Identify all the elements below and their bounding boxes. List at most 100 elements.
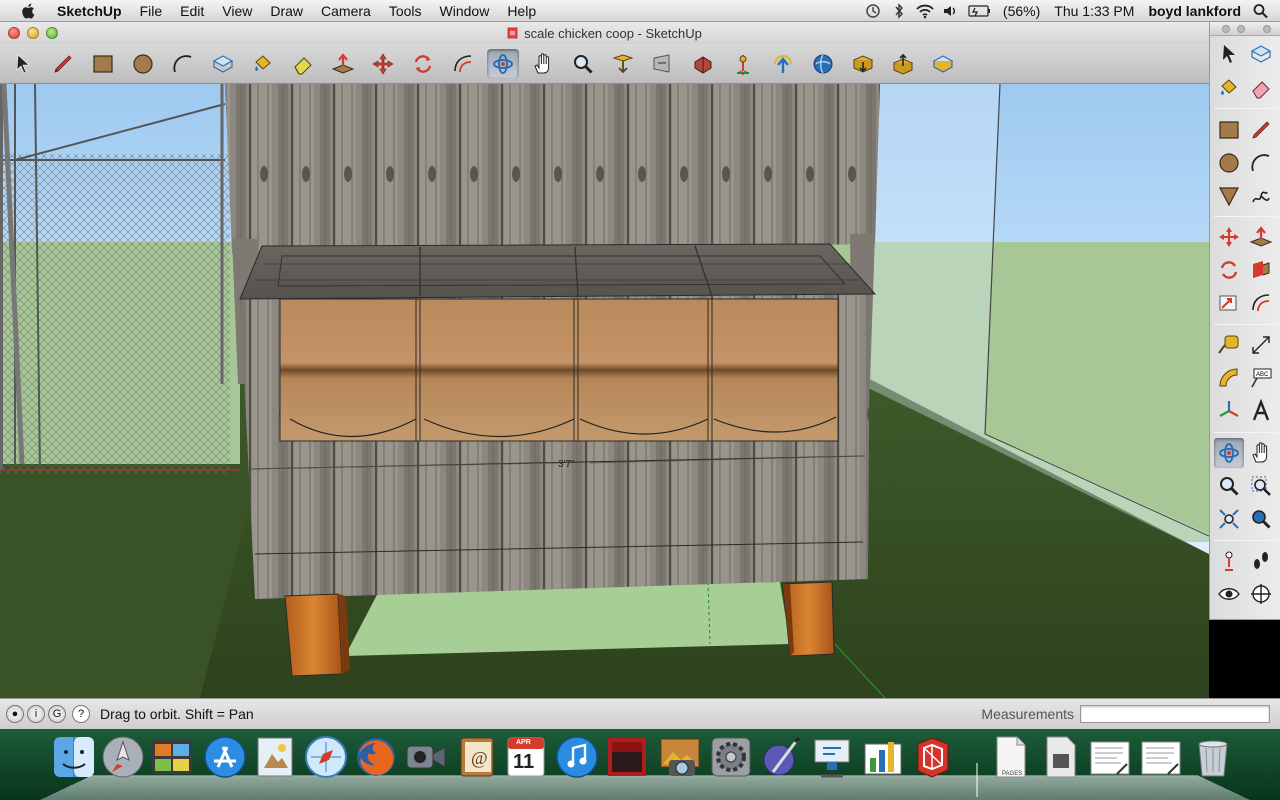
circle-tool-button[interactable]: [127, 49, 159, 79]
zoom-window-button[interactable]: [46, 27, 58, 39]
palette-section-plane-button[interactable]: [1246, 579, 1276, 609]
eraser-button[interactable]: [287, 49, 319, 79]
keynote-dock-item[interactable]: [808, 733, 856, 781]
scene-canvas[interactable]: 3'7": [0, 84, 1209, 698]
palette-offset-button[interactable]: [1246, 288, 1276, 318]
menu-app-sketchup[interactable]: SketchUp: [48, 0, 131, 22]
palette-polygon-button[interactable]: [1214, 181, 1244, 211]
apple-menu-icon[interactable]: [20, 2, 38, 20]
finder-dock-item[interactable]: [50, 733, 98, 781]
palette-axes-button[interactable]: [1214, 396, 1244, 426]
palette-push-pull-button[interactable]: [1246, 222, 1276, 252]
palette-move-button[interactable]: [1214, 222, 1244, 252]
palette-rotate-button[interactable]: [1214, 255, 1244, 285]
position-camera-button[interactable]: [727, 49, 759, 79]
text-document-dock-item[interactable]: [1086, 733, 1134, 781]
text-document-2-dock-item[interactable]: [1137, 733, 1185, 781]
palette-pan-button[interactable]: [1246, 438, 1276, 468]
menubar-user[interactable]: boyd lankford: [1141, 3, 1248, 19]
palette-follow-me-button[interactable]: [1246, 255, 1276, 285]
credits-status-icon[interactable]: i: [27, 705, 45, 723]
palette-close-button[interactable]: [1222, 25, 1230, 33]
pan-button[interactable]: [527, 49, 559, 79]
sketchup-dock-item[interactable]: [909, 733, 957, 781]
menu-camera[interactable]: Camera: [312, 0, 380, 22]
ical-dock-item[interactable]: APR 11: [502, 733, 550, 781]
preview-dock-item[interactable]: [251, 733, 299, 781]
palette-eraser-button[interactable]: [1246, 73, 1276, 103]
offset-button[interactable]: [447, 49, 479, 79]
dashboard-dock-item[interactable]: [148, 733, 196, 781]
wifi-icon[interactable]: [916, 3, 934, 19]
close-window-button[interactable]: [8, 27, 20, 39]
look-around-button[interactable]: [767, 49, 799, 79]
menu-tools[interactable]: Tools: [380, 0, 431, 22]
palette-zoom-window-button[interactable]: [1246, 471, 1276, 501]
dimension-label[interactable]: 3'7": [558, 459, 575, 470]
rectangle-tool-button[interactable]: [87, 49, 119, 79]
itunes-dock-item[interactable]: [553, 733, 601, 781]
previous-view-button[interactable]: [647, 49, 679, 79]
push-pull-button[interactable]: [327, 49, 359, 79]
geolocation-status-icon[interactable]: ●: [6, 705, 24, 723]
palette-title-bar[interactable]: [1210, 22, 1280, 36]
palette-protractor-button[interactable]: [1214, 363, 1244, 393]
select-tool-button[interactable]: [7, 49, 39, 79]
palette-zoom-button[interactable]: [1263, 25, 1271, 33]
zoom-button[interactable]: [567, 49, 599, 79]
model-viewport[interactable]: 3'7": [0, 84, 1209, 698]
palette-paint-bucket-button[interactable]: [1214, 73, 1244, 103]
menu-help[interactable]: Help: [498, 0, 545, 22]
orbit-button[interactable]: [487, 49, 519, 79]
palette-look-around-button[interactable]: [1214, 579, 1244, 609]
walk-button[interactable]: [807, 49, 839, 79]
zoom-extents-button[interactable]: [607, 49, 639, 79]
palette-previous-view-button[interactable]: [1246, 504, 1276, 534]
menu-file[interactable]: File: [131, 0, 172, 22]
numbers-dock-item[interactable]: [859, 733, 907, 781]
next-view-button[interactable]: [687, 49, 719, 79]
photo-booth-dock-item[interactable]: [603, 733, 651, 781]
launchpad-dock-item[interactable]: [99, 733, 147, 781]
palette-rectangle-button[interactable]: [1214, 115, 1244, 145]
palette-walk-button[interactable]: [1246, 546, 1276, 576]
palette-zoom-button-tool[interactable]: [1214, 471, 1244, 501]
move-button[interactable]: [367, 49, 399, 79]
palette-dimension-button[interactable]: [1246, 330, 1276, 360]
palette-line-button[interactable]: [1246, 115, 1276, 145]
firefox-dock-item[interactable]: [352, 733, 400, 781]
palette-minimize-button[interactable]: [1237, 25, 1245, 33]
palette-freehand-button[interactable]: [1246, 181, 1276, 211]
menubar-clock[interactable]: Thu 1:33 PM: [1047, 3, 1141, 19]
palette-text-button[interactable]: ABC: [1246, 363, 1276, 393]
safari-dock-item[interactable]: [302, 733, 350, 781]
time-machine-icon[interactable]: [864, 3, 882, 19]
paint-bucket-button[interactable]: [247, 49, 279, 79]
facetime-dock-item[interactable]: [402, 733, 450, 781]
pages-document-dock-item[interactable]: PAGES: [986, 733, 1034, 781]
minimize-window-button[interactable]: [27, 27, 39, 39]
help-icon[interactable]: ?: [72, 705, 90, 723]
line-tool-button[interactable]: [47, 49, 79, 79]
trash-dock-item[interactable]: [1189, 733, 1237, 781]
palette-make-component-button[interactable]: [1246, 39, 1276, 69]
palette-position-camera-button[interactable]: [1214, 546, 1244, 576]
palette-scale-button[interactable]: [1214, 288, 1244, 318]
palette-arc-button[interactable]: [1246, 148, 1276, 178]
battery-icon[interactable]: [968, 3, 992, 19]
palette-circle-button[interactable]: [1214, 148, 1244, 178]
script-editor-dock-item[interactable]: [758, 733, 806, 781]
iphoto-dock-item[interactable]: [656, 733, 704, 781]
palette-select-button[interactable]: [1214, 39, 1244, 69]
share-component-button[interactable]: [927, 49, 959, 79]
rotate-button[interactable]: [407, 49, 439, 79]
palette-3d-text-button[interactable]: [1246, 396, 1276, 426]
arc-tool-button[interactable]: [167, 49, 199, 79]
palette-tape-measure-button[interactable]: [1214, 330, 1244, 360]
get-models-button[interactable]: [847, 49, 879, 79]
menu-view[interactable]: View: [213, 0, 261, 22]
menu-draw[interactable]: Draw: [261, 0, 312, 22]
palette-orbit-button[interactable]: [1214, 438, 1244, 468]
app-store-dock-item[interactable]: [201, 733, 249, 781]
menu-edit[interactable]: Edit: [171, 0, 213, 22]
